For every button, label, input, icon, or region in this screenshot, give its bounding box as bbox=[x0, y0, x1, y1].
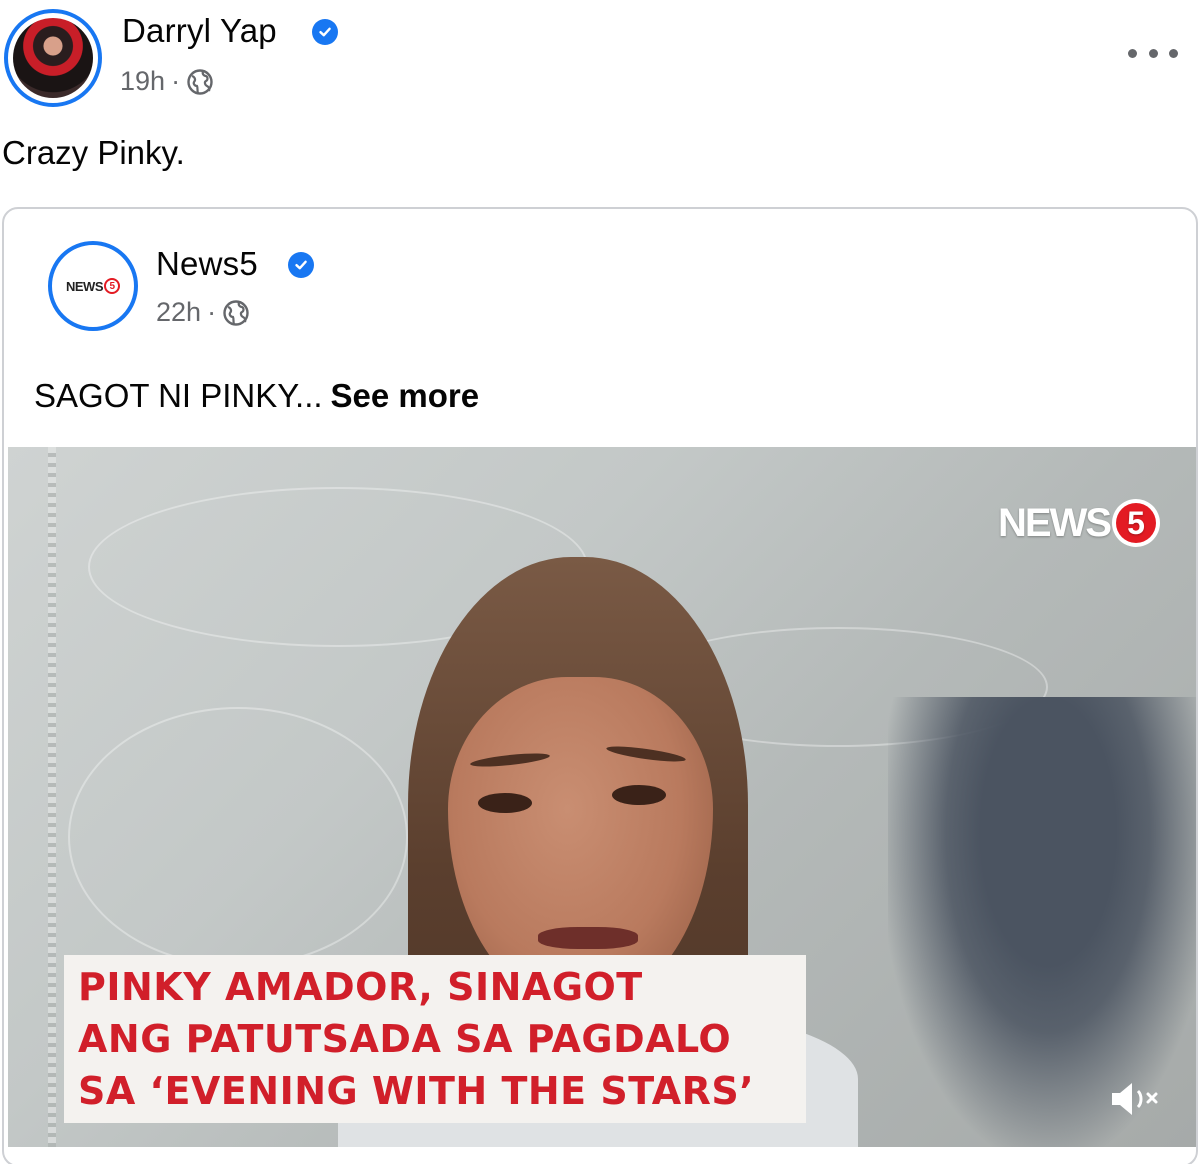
news5-watermark-logo: NEWS 5 bbox=[998, 499, 1160, 547]
globe-icon[interactable] bbox=[186, 68, 214, 96]
meta-separator: · bbox=[207, 297, 217, 327]
person-right-eye bbox=[612, 785, 666, 805]
meta-separator: · bbox=[171, 66, 181, 96]
video-headline: PINKY AMADOR, SINAGOT ANG PATUTSADA SA P… bbox=[64, 955, 806, 1123]
post-header: Darryl Yap 19h · bbox=[0, 0, 1200, 120]
person-left-eye bbox=[478, 793, 532, 813]
author-avatar-image bbox=[13, 18, 93, 98]
shared-post-timestamp[interactable]: 22h bbox=[156, 297, 201, 328]
see-more-link[interactable]: See more bbox=[331, 377, 480, 414]
shared-post-meta: 22h · bbox=[156, 297, 250, 328]
background-tarp-fold bbox=[68, 707, 408, 967]
shared-caption: SAGOT NI PINKY... See more bbox=[34, 377, 479, 415]
verified-badge-icon bbox=[288, 252, 314, 278]
headline-line: ANG PATUTSADA SA PAGDALO bbox=[78, 1017, 732, 1061]
shared-post-card[interactable]: NEWS 5 News5 22h · SAGOT NI PINKY... See … bbox=[2, 207, 1198, 1164]
shared-author-name[interactable]: News5 bbox=[156, 245, 258, 283]
headline-line: PINKY AMADOR, SINAGOT bbox=[78, 965, 643, 1009]
muted-speaker-icon[interactable] bbox=[1108, 1077, 1164, 1121]
news5-logo-badge: 5 bbox=[1112, 499, 1160, 547]
background-tarp-seam bbox=[48, 447, 56, 1147]
globe-icon[interactable] bbox=[222, 299, 250, 327]
author-name[interactable]: Darryl Yap bbox=[122, 12, 277, 50]
post-text: Crazy Pinky. bbox=[2, 134, 185, 171]
headline-line: SA ‘EVENING WITH THE STARS’ bbox=[78, 1069, 755, 1113]
news5-avatar-text: NEWS bbox=[66, 278, 104, 294]
news5-logo-five: 5 bbox=[1116, 503, 1156, 543]
news5-logo-text: NEWS bbox=[998, 500, 1112, 545]
video-player[interactable]: NEWS 5 PINKY AMADOR, SINAGOT ANG PATUTSA… bbox=[8, 447, 1196, 1147]
verified-badge-icon bbox=[312, 19, 338, 45]
post-meta: 19h · bbox=[120, 66, 214, 97]
shared-caption-text: SAGOT NI PINKY... bbox=[34, 377, 323, 414]
post-timestamp[interactable]: 19h bbox=[120, 66, 165, 97]
news5-avatar-logo: NEWS 5 bbox=[66, 278, 120, 294]
author-avatar[interactable] bbox=[4, 9, 102, 107]
more-dots-icon[interactable] bbox=[1128, 38, 1178, 68]
news5-avatar-five: 5 bbox=[104, 278, 120, 294]
person-mouth bbox=[538, 927, 638, 949]
shared-author-avatar[interactable]: NEWS 5 bbox=[48, 241, 138, 331]
